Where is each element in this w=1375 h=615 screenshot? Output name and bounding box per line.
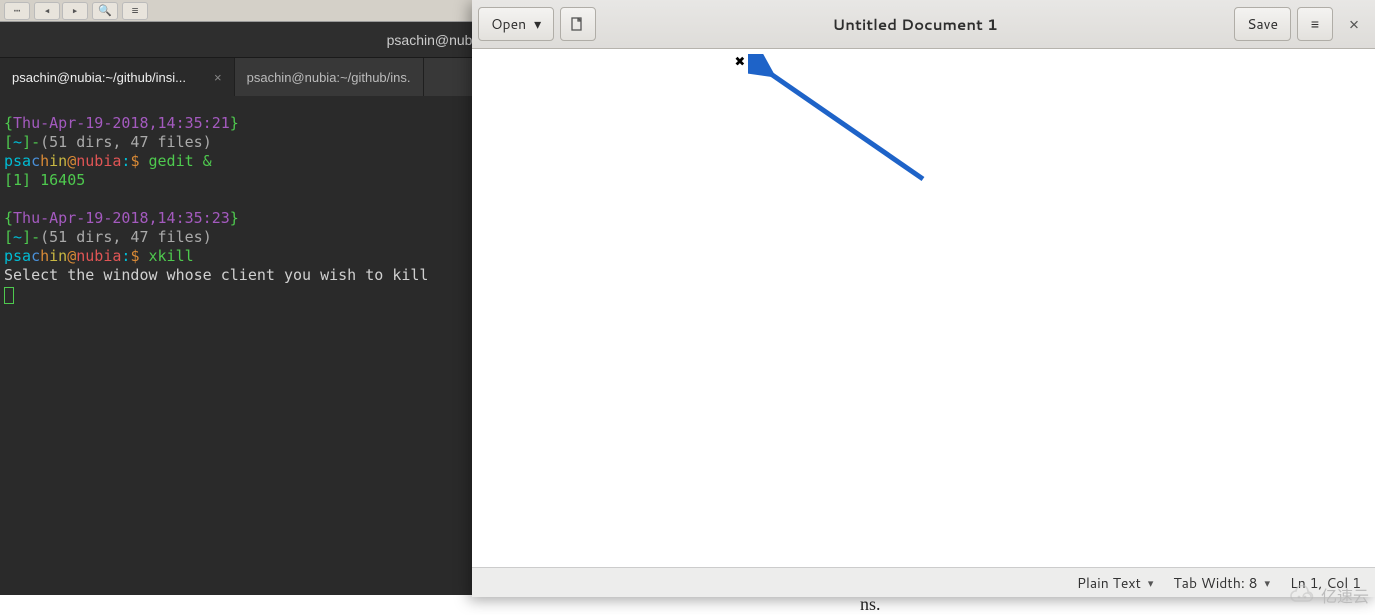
timestamp: Thu-Apr-19-2018,14:35:21 [13,114,230,132]
document-title: Untitled Document 1 [602,14,1228,35]
menu-button[interactable]: ≡ [122,2,148,20]
toolbar-button[interactable]: ⋯ [4,2,30,20]
hamburger-icon: ≡ [1311,14,1319,34]
command: gedit & [149,152,212,170]
job-output: [1] 16405 [4,171,85,189]
cropped-text: ns. [860,594,881,615]
window-close-button[interactable]: × [1339,12,1369,36]
dir-info: 51 dirs, 47 files [49,133,203,151]
open-label: Open [491,14,526,34]
watermark: 亿速云 [1289,583,1369,607]
gedit-window: Open ▾ Untitled Document 1 Save ≡ × Plai… [472,0,1375,597]
terminal-tab-1[interactable]: psachin@nubia:~/github/insi... × [0,58,235,96]
editor-area[interactable] [472,49,1375,567]
command: xkill [149,247,194,265]
new-document-button[interactable] [560,7,596,41]
tab-width-selector[interactable]: Tab Width: 8 [1173,573,1270,593]
nav-fwd-button[interactable]: ▸ [62,2,88,20]
save-label: Save [1247,14,1278,34]
dir-info: 51 dirs, 47 files [49,228,203,246]
tab-label: psachin@nubia:~/github/insi... [12,70,186,85]
syntax-selector[interactable]: Plain Text [1077,573,1154,593]
gedit-header: Open ▾ Untitled Document 1 Save ≡ × [472,0,1375,49]
search-button[interactable]: 🔍 [92,2,118,20]
save-button[interactable]: Save [1234,7,1291,41]
timestamp: Thu-Apr-19-2018,14:35:23 [13,209,230,227]
gedit-statusbar: Plain Text Tab Width: 8 Ln 1, Col 1 [472,567,1375,597]
open-button[interactable]: Open ▾ [478,7,554,41]
close-icon: × [1349,12,1360,36]
tab-label: psachin@nubia:~/github/ins. [247,70,411,85]
tab-close-icon[interactable]: × [214,70,222,85]
xkill-cursor-icon: ✖ [735,52,745,72]
hamburger-menu-button[interactable]: ≡ [1297,7,1333,41]
nav-back-button[interactable]: ◂ [34,2,60,20]
xkill-message: Select the window whose client you wish … [4,266,428,284]
terminal-tab-2[interactable]: psachin@nubia:~/github/ins. [235,58,424,96]
watermark-text: 亿速云 [1321,583,1369,607]
chevron-down-icon: ▾ [534,14,541,34]
new-doc-icon [570,16,586,32]
cloud-icon [1289,585,1315,605]
terminal-cursor [4,287,14,304]
